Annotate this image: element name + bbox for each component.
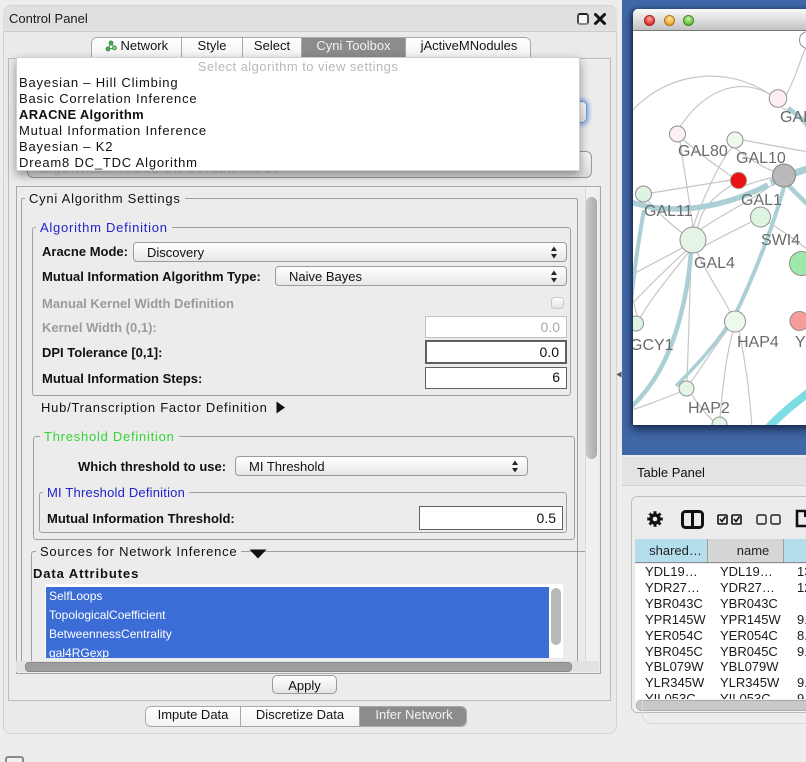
svg-text:GAL1: GAL1 bbox=[741, 192, 782, 209]
svg-text:SWI4: SWI4 bbox=[761, 232, 800, 249]
svg-text:GAL10: GAL10 bbox=[736, 150, 786, 167]
svg-text:Y: Y bbox=[795, 334, 806, 351]
svg-text:GAL80: GAL80 bbox=[678, 143, 728, 160]
svg-text:HAP4: HAP4 bbox=[737, 334, 779, 351]
svg-text:GAL11: GAL11 bbox=[644, 203, 693, 220]
svg-text:HAP2: HAP2 bbox=[688, 400, 730, 417]
svg-text:GAL2: GAL2 bbox=[780, 109, 806, 126]
svg-text:GCY1: GCY1 bbox=[633, 337, 674, 354]
svg-text:GAL4: GAL4 bbox=[694, 255, 735, 272]
